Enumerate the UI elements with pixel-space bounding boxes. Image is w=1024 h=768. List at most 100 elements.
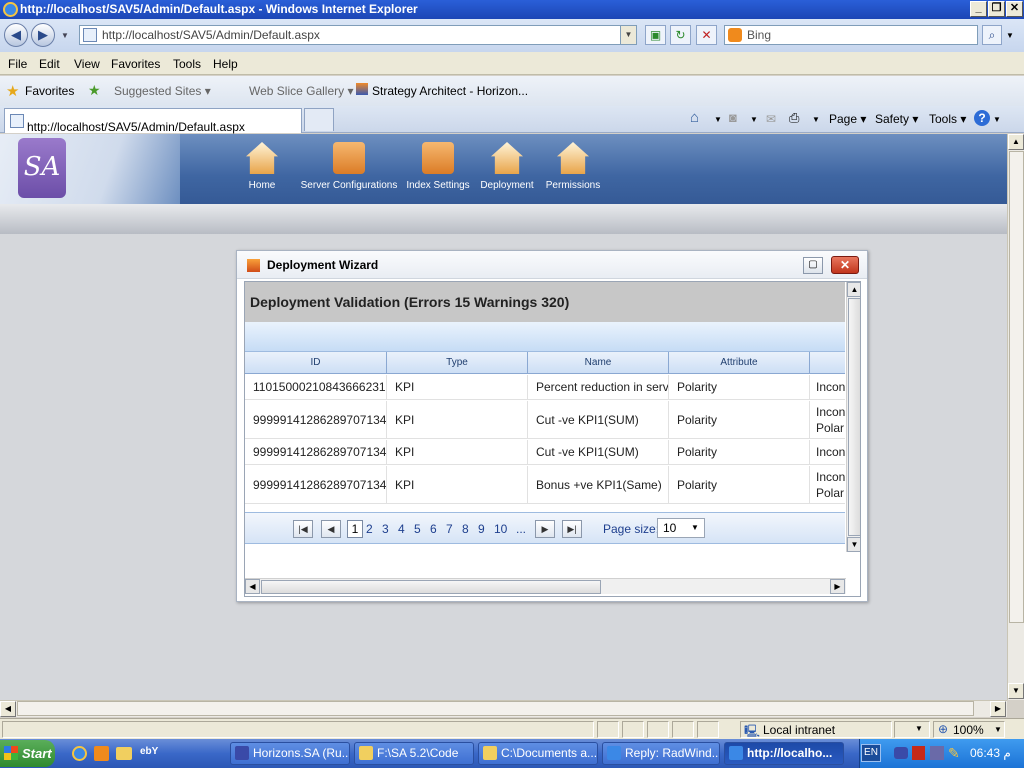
- taskbar-item[interactable]: F:\SA 5.2\Code: [354, 742, 474, 765]
- nav-permissions[interactable]: Permissions: [542, 142, 604, 191]
- page-link[interactable]: 8: [462, 522, 469, 536]
- print-dropdown-icon[interactable]: ▼: [812, 115, 820, 124]
- history-dropdown-icon[interactable]: ▼: [61, 31, 69, 40]
- start-button[interactable]: Start: [0, 740, 55, 767]
- menu-favorites[interactable]: Favorites: [111, 57, 160, 71]
- protected-mode[interactable]: ▼: [894, 721, 930, 738]
- table-row[interactable]: 11015000210843666231345 KPI Percent redu…: [245, 375, 845, 400]
- nav-index-settings[interactable]: Index Settings: [402, 142, 474, 191]
- ebay-quicklaunch-icon[interactable]: ebY: [140, 746, 158, 757]
- search-options-icon[interactable]: ▼: [1006, 31, 1014, 40]
- security-zone[interactable]: 🖳 Local intranet: [740, 721, 892, 738]
- suggested-sites-link[interactable]: Suggested Sites ▾: [114, 84, 211, 98]
- folder-quicklaunch-icon[interactable]: [116, 747, 132, 760]
- column-header-attribute[interactable]: Attribute: [669, 352, 810, 374]
- browser-vertical-scrollbar[interactable]: ▲ ▼: [1007, 134, 1024, 700]
- scroll-thumb[interactable]: [1009, 151, 1024, 623]
- language-indicator[interactable]: EN: [861, 744, 881, 762]
- taskbar-item[interactable]: Horizons.SA (Ru...: [230, 742, 350, 765]
- taskbar-item-active[interactable]: http://localho...: [724, 742, 844, 765]
- help-icon[interactable]: ?: [974, 110, 990, 126]
- help-dropdown-icon[interactable]: ▼: [993, 115, 1001, 124]
- stop-button[interactable]: ✕: [696, 25, 717, 45]
- nav-server-configurations[interactable]: Server Configurations: [297, 142, 401, 191]
- tray-app-icon[interactable]: [894, 747, 908, 759]
- scroll-down-icon[interactable]: ▼: [1008, 683, 1024, 699]
- refresh-button[interactable]: ↻: [670, 25, 691, 45]
- column-header-message[interactable]: [810, 352, 850, 374]
- address-dropdown-icon[interactable]: ▼: [620, 26, 636, 44]
- feeds-icon[interactable]: ◙: [729, 110, 737, 125]
- favorites-button[interactable]: Favorites: [25, 84, 74, 98]
- page-more-link[interactable]: ...: [516, 522, 526, 536]
- home-dropdown-icon[interactable]: ▼: [714, 115, 722, 124]
- scroll-thumb[interactable]: [848, 298, 860, 536]
- dialog-close-button[interactable]: ✕: [831, 256, 859, 274]
- column-header-id[interactable]: ID: [245, 352, 387, 374]
- page-link[interactable]: 10: [494, 522, 507, 536]
- minimize-button[interactable]: _: [970, 1, 987, 17]
- zoom-control[interactable]: ⊕ 100% ▼: [933, 721, 1005, 738]
- page-current[interactable]: 1: [347, 520, 363, 538]
- table-row[interactable]: 99999141286289707134227 KPI Cut -ve KPI1…: [245, 440, 845, 465]
- web-slice-gallery-link[interactable]: Web Slice Gallery ▾: [249, 84, 354, 98]
- tray-network-icon[interactable]: [930, 746, 944, 760]
- page-link[interactable]: 4: [398, 522, 405, 536]
- tab-current[interactable]: http://localhost/SAV5/Admin/Default.aspx: [4, 108, 302, 134]
- feeds-dropdown-icon[interactable]: ▼: [750, 115, 758, 124]
- scroll-thumb[interactable]: [261, 580, 601, 594]
- strategy-architect-link[interactable]: Strategy Architect - Horizon...: [372, 84, 528, 98]
- taskbar-item[interactable]: Reply: RadWind...: [602, 742, 720, 765]
- page-link[interactable]: 9: [478, 522, 485, 536]
- table-row[interactable]: 99999141286289707134227 KPI Cut -ve KPI1…: [245, 401, 845, 439]
- table-row[interactable]: 99999141286289707134227 KPI Bonus +ve KP…: [245, 466, 845, 504]
- back-button[interactable]: ◀: [4, 23, 28, 47]
- home-icon[interactable]: ⌂: [690, 109, 699, 126]
- page-link[interactable]: 3: [382, 522, 389, 536]
- scroll-thumb[interactable]: [17, 701, 974, 716]
- previous-page-button[interactable]: ◀: [321, 520, 341, 538]
- scroll-left-icon[interactable]: ◀: [245, 579, 260, 594]
- first-page-button[interactable]: |◀: [293, 520, 313, 538]
- column-header-name[interactable]: Name: [528, 352, 669, 374]
- tray-acrobat-icon[interactable]: [912, 746, 925, 760]
- print-icon[interactable]: ⎙: [789, 110, 799, 126]
- page-link[interactable]: 5: [414, 522, 421, 536]
- mail-icon[interactable]: ✉: [766, 112, 776, 126]
- restore-button[interactable]: ❐: [988, 1, 1005, 17]
- dialog-maximize-button[interactable]: ▢: [803, 257, 823, 274]
- close-window-button[interactable]: ✕: [1006, 1, 1023, 17]
- scroll-right-icon[interactable]: ▶: [990, 701, 1006, 717]
- taskbar-item[interactable]: C:\Documents a...: [478, 742, 598, 765]
- scroll-left-icon[interactable]: ◀: [0, 701, 16, 717]
- tools-menu[interactable]: Tools ▾: [929, 112, 966, 126]
- tray-tool-icon[interactable]: ✎: [948, 745, 960, 762]
- new-tab-button[interactable]: [304, 108, 334, 131]
- compatibility-view-button[interactable]: ▣: [645, 25, 666, 45]
- menu-tools[interactable]: Tools: [173, 57, 201, 71]
- scroll-up-icon[interactable]: ▲: [1008, 134, 1024, 150]
- add-favorite-icon[interactable]: ★: [88, 82, 101, 99]
- menu-help[interactable]: Help: [213, 57, 238, 71]
- nav-home[interactable]: Home: [240, 142, 284, 191]
- safety-menu[interactable]: Safety ▾: [875, 112, 918, 126]
- search-input[interactable]: Bing: [724, 25, 978, 45]
- dialog-vertical-scrollbar[interactable]: ▲ ▼: [846, 282, 860, 552]
- page-link[interactable]: 7: [446, 522, 453, 536]
- nav-deployment[interactable]: Deployment: [476, 142, 538, 191]
- page-link[interactable]: 2: [366, 522, 373, 536]
- menu-edit[interactable]: Edit: [39, 57, 60, 71]
- page-size-select[interactable]: 10 ▼: [657, 518, 705, 538]
- scroll-up-icon[interactable]: ▲: [847, 282, 860, 297]
- column-header-type[interactable]: Type: [387, 352, 528, 374]
- ie-quicklaunch-icon[interactable]: [72, 746, 87, 761]
- dialog-horizontal-scrollbar[interactable]: ◀ ▶: [245, 578, 846, 594]
- last-page-button[interactable]: ▶|: [562, 520, 582, 538]
- page-menu[interactable]: Page ▾: [829, 112, 866, 126]
- dialog-title-bar[interactable]: Deployment Wizard ▢ ✕: [237, 251, 867, 279]
- menu-file[interactable]: File: [8, 57, 27, 71]
- forward-button[interactable]: ▶: [31, 23, 55, 47]
- page-link[interactable]: 6: [430, 522, 437, 536]
- scroll-down-icon[interactable]: ▼: [847, 537, 860, 552]
- browser-horizontal-scrollbar[interactable]: ◀ ▶: [0, 700, 1007, 717]
